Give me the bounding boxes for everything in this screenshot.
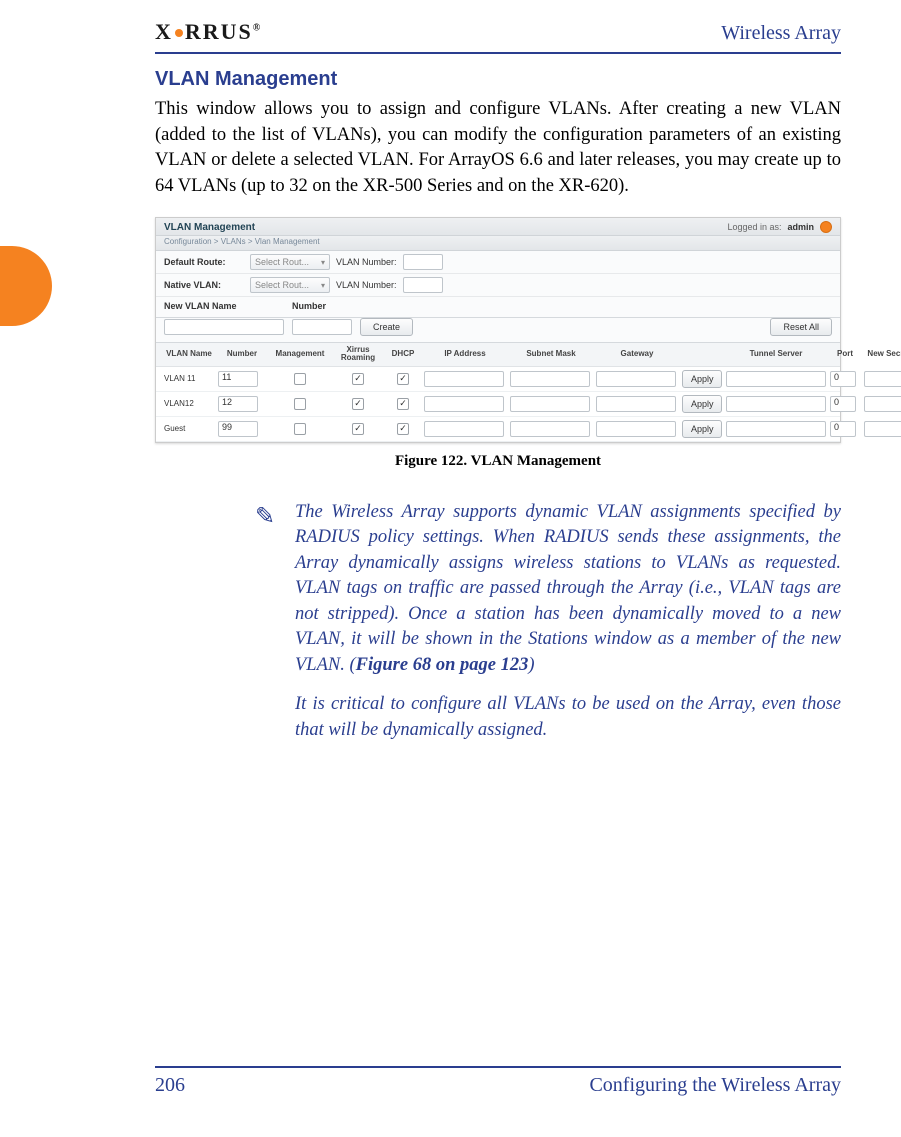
note-text: The Wireless Array supports dynamic VLAN… — [295, 500, 841, 758]
tunnel-input[interactable] — [726, 396, 826, 412]
brand-dot-icon — [175, 29, 183, 37]
vlan-row: VLAN 1111✓✓Apply0Delete — [156, 367, 840, 392]
login-status: Logged in as: admin — [727, 221, 832, 233]
default-route-vlan-number-input[interactable] — [403, 254, 443, 270]
ip-input[interactable] — [424, 396, 504, 412]
vlan-number-input[interactable]: 99 — [218, 421, 258, 437]
col-mgmt: Management — [270, 350, 330, 358]
figure-screenshot: VLAN Management Logged in as: admin Conf… — [155, 217, 841, 443]
brand-logo: XRRUS® — [155, 19, 262, 45]
checkbox[interactable]: ✓ — [397, 398, 409, 410]
checkbox[interactable]: ✓ — [352, 373, 364, 385]
col-number: Number — [218, 350, 266, 358]
mask-input[interactable] — [510, 396, 590, 412]
section-heading: VLAN Management — [155, 68, 841, 91]
port-input[interactable]: 0 — [830, 421, 856, 437]
col-ip: IP Address — [424, 350, 506, 358]
apply-button[interactable]: Apply — [682, 420, 722, 438]
checkbox[interactable]: ✓ — [397, 423, 409, 435]
col-secret: New Secret — [864, 350, 901, 358]
col-tunnel: Tunnel Server — [726, 350, 826, 358]
vlan-name-cell: VLAN12 — [164, 400, 214, 408]
new-vlan-name-input[interactable] — [164, 319, 284, 335]
footer-section: Configuring the Wireless Array — [589, 1074, 841, 1097]
figure-caption: Figure 122. VLAN Management — [155, 453, 841, 470]
ip-input[interactable] — [424, 421, 504, 437]
mask-input[interactable] — [510, 371, 590, 387]
vlan-row: Guest99✓✓Apply0Delete — [156, 417, 840, 442]
tunnel-input[interactable] — [726, 371, 826, 387]
header-doc-title: Wireless Array — [721, 22, 841, 45]
vlan-name-cell: Guest — [164, 425, 214, 433]
new-vlan-number-input[interactable] — [292, 319, 352, 335]
vlan-number-input[interactable]: 11 — [218, 371, 258, 387]
note-ref: Figure 68 on page 123 — [356, 655, 529, 675]
col-gateway: Gateway — [596, 350, 678, 358]
tunnel-input[interactable] — [726, 421, 826, 437]
logout-icon[interactable] — [820, 221, 832, 233]
login-user: admin — [787, 222, 814, 232]
gateway-input[interactable] — [596, 371, 676, 387]
ip-input[interactable] — [424, 371, 504, 387]
vlan-number-label-2: VLAN Number: — [336, 280, 397, 290]
vlan-table-header: VLAN Name Number Management Xirrus Roami… — [156, 343, 840, 367]
port-input[interactable]: 0 — [830, 371, 856, 387]
gateway-input[interactable] — [596, 421, 676, 437]
panel-title: VLAN Management — [164, 222, 255, 233]
note-p1: The Wireless Array supports dynamic VLAN… — [295, 502, 841, 675]
new-vlan-name-label: New VLAN Name — [164, 301, 284, 311]
note-icon: ✎ — [255, 500, 295, 758]
col-name: VLAN Name — [164, 350, 214, 358]
col-port: Port — [830, 350, 860, 358]
breadcrumb: Configuration > VLANs > Vlan Management — [156, 236, 840, 251]
page-tab-marker — [0, 246, 52, 326]
checkbox[interactable]: ✓ — [352, 398, 364, 410]
native-vlan-number-input[interactable] — [403, 277, 443, 293]
reset-all-button[interactable]: Reset All — [770, 318, 832, 336]
secret-input[interactable] — [864, 421, 901, 437]
col-mask: Subnet Mask — [510, 350, 592, 358]
create-button[interactable]: Create — [360, 318, 413, 336]
apply-button[interactable]: Apply — [682, 370, 722, 388]
note-p1-tail: ) — [528, 655, 534, 675]
page-number: 206 — [155, 1074, 185, 1097]
default-route-select[interactable]: Select Rout... — [250, 254, 330, 270]
checkbox[interactable] — [294, 373, 306, 385]
secret-input[interactable] — [864, 396, 901, 412]
apply-button[interactable]: Apply — [682, 395, 722, 413]
checkbox[interactable]: ✓ — [397, 373, 409, 385]
port-input[interactable]: 0 — [830, 396, 856, 412]
native-vlan-label: Native VLAN: — [164, 280, 244, 290]
checkbox[interactable]: ✓ — [352, 423, 364, 435]
page-footer: 206 Configuring the Wireless Array — [155, 1066, 841, 1097]
login-prefix: Logged in as: — [727, 222, 781, 232]
secret-input[interactable] — [864, 371, 901, 387]
vlan-number-label-1: VLAN Number: — [336, 257, 397, 267]
checkbox[interactable] — [294, 423, 306, 435]
default-route-label: Default Route: — [164, 257, 244, 267]
checkbox[interactable] — [294, 398, 306, 410]
gateway-input[interactable] — [596, 396, 676, 412]
native-vlan-select[interactable]: Select Rout... — [250, 277, 330, 293]
vlan-row: VLAN1212✓✓Apply0Delete — [156, 392, 840, 417]
mask-input[interactable] — [510, 421, 590, 437]
note-p2: It is critical to configure all VLANs to… — [295, 692, 841, 743]
vlan-number-input[interactable]: 12 — [218, 396, 258, 412]
page-header: XRRUS® Wireless Array — [155, 22, 841, 54]
new-number-label: Number — [292, 301, 362, 311]
vlan-name-cell: VLAN 11 — [164, 375, 214, 383]
intro-paragraph: This window allows you to assign and con… — [155, 97, 841, 199]
col-dhcp: DHCP — [386, 350, 420, 358]
col-roaming: Xirrus Roaming — [334, 346, 382, 363]
